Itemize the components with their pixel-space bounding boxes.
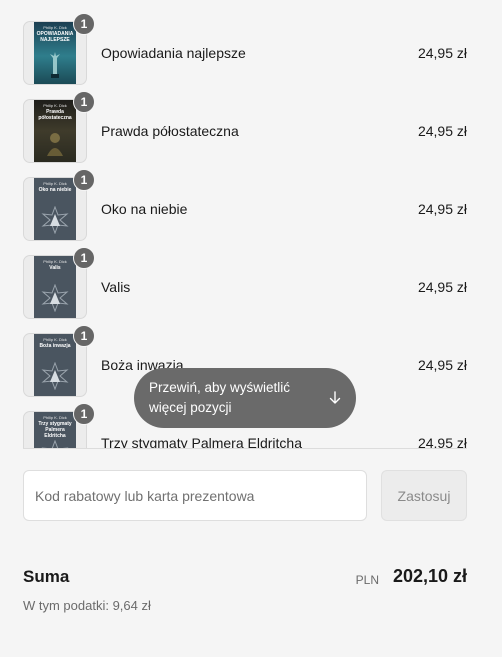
cover-author: Philip K. Dick (43, 103, 67, 108)
quantity-badge: 1 (73, 91, 95, 113)
emblem-icon (41, 206, 69, 234)
cart-item: Philip K. Dick Prawda półostateczna 1 Pr… (23, 91, 467, 163)
product-thumbnail: Philip K. Dick Oko na niebie 1 (23, 169, 95, 241)
item-price: 24,95 zł (417, 201, 467, 217)
cart-item: Philip K. Dick Valis 1 Valis 24,95 zł (23, 247, 467, 319)
total-amount: 202,10 zł (392, 566, 467, 586)
item-title: Valis (101, 279, 131, 295)
book-cover: Philip K. Dick Trzy stygmaty Palmera Eld… (34, 412, 76, 449)
product-thumbnail: Philip K. Dick Prawda półostateczna 1 (23, 91, 95, 163)
book-cover: Philip K. Dick OPOWIADANIA NAJLEPSZE (34, 22, 76, 84)
item-price: 24,95 zł (417, 357, 467, 373)
figure-icon (47, 133, 63, 156)
cover-title: Trzy stygmaty Palmera Eldritcha (38, 421, 72, 439)
book-cover: Philip K. Dick Oko na niebie (34, 178, 76, 240)
item-price: 24,95 zł (417, 435, 467, 449)
quantity-badge: 1 (73, 403, 95, 425)
cover-author: Philip K. Dick (43, 415, 67, 420)
tax-line: W tym podatki: 9,64 zł (23, 598, 151, 613)
statue-icon (50, 52, 60, 78)
item-price: 24,95 zł (417, 123, 467, 139)
product-thumbnail: Philip K. Dick OPOWIADANIA NAJLEPSZE 1 (23, 13, 95, 85)
apply-discount-button[interactable]: Zastosuj (381, 470, 467, 521)
book-cover: Philip K. Dick Boża inwazja (34, 334, 76, 396)
list-divider (23, 448, 467, 449)
cover-author: Philip K. Dick (43, 181, 67, 186)
cover-author: Philip K. Dick (43, 25, 67, 30)
emblem-icon (41, 284, 69, 312)
cover-title: Boża inwazja (39, 343, 71, 349)
item-price: 24,95 zł (417, 279, 467, 295)
cover-title: Prawda półostateczna (38, 109, 72, 121)
cart-item: Philip K. Dick Oko na niebie 1 Oko na ni… (23, 169, 467, 241)
discount-code-input[interactable] (23, 470, 367, 521)
cart-item: Philip K. Dick OPOWIADANIA NAJLEPSZE 1 O… (23, 13, 467, 85)
emblem-icon (41, 362, 69, 390)
book-cover: Philip K. Dick Prawda półostateczna (34, 100, 76, 162)
total-label: Suma (23, 567, 70, 586)
quantity-badge: 1 (73, 169, 95, 191)
product-thumbnail: Philip K. Dick Trzy stygmaty Palmera Eld… (23, 403, 95, 449)
cover-title: Oko na niebie (38, 187, 72, 193)
item-title: Oko na niebie (101, 201, 188, 217)
item-title: Opowiadania najlepsze (101, 45, 246, 61)
quantity-badge: 1 (73, 13, 95, 35)
item-price: 24,95 zł (417, 45, 467, 61)
item-title: Prawda półostateczna (101, 123, 239, 139)
product-thumbnail: Philip K. Dick Valis 1 (23, 247, 95, 319)
cover-title: Valis (49, 265, 61, 271)
cover-author: Philip K. Dick (43, 337, 67, 342)
scroll-hint-line2: więcej pozycji (149, 400, 232, 415)
arrow-down-icon (329, 391, 341, 404)
product-thumbnail: Philip K. Dick Boża inwazja 1 (23, 325, 95, 397)
total-currency: PLN (355, 573, 379, 587)
scroll-hint-line1: Przewiń, aby wyświetlić (149, 380, 291, 395)
quantity-badge: 1 (73, 247, 95, 269)
scroll-hint-button[interactable]: Przewiń, aby wyświetlić więcej pozycji (134, 368, 356, 428)
cover-author: Philip K. Dick (43, 259, 67, 264)
quantity-badge: 1 (73, 325, 95, 347)
book-cover: Philip K. Dick Valis (34, 256, 76, 318)
cover-title: OPOWIADANIA NAJLEPSZE (36, 31, 74, 43)
